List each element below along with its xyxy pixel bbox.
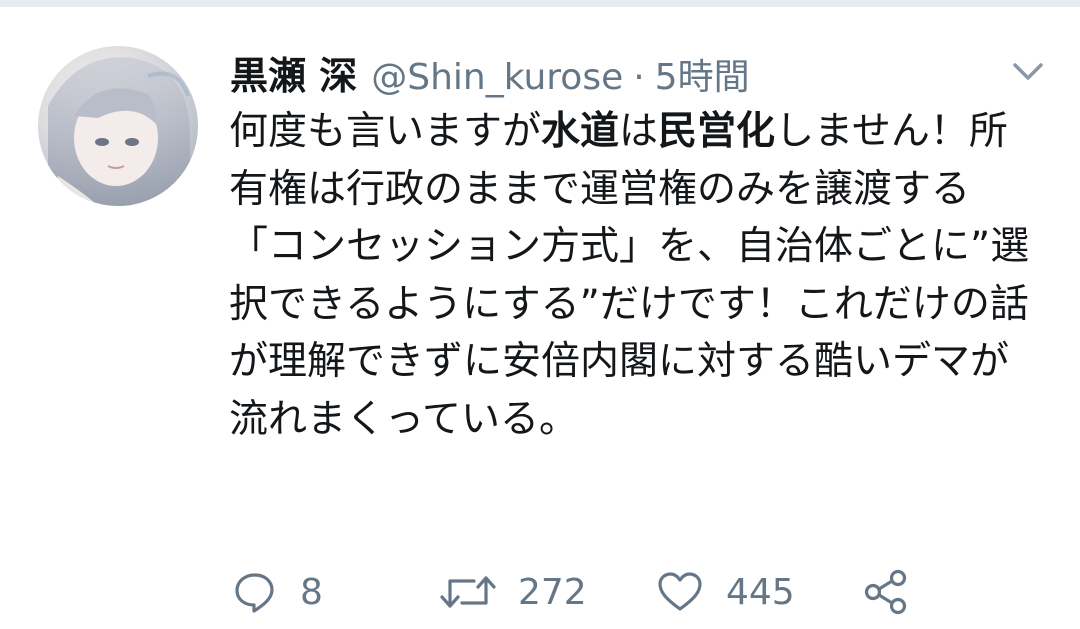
tweet-text-segment: は — [619, 109, 659, 154]
heart-icon — [658, 572, 702, 611]
timestamp[interactable]: 5時間 — [655, 48, 750, 100]
user-handle[interactable]: @Shin_kurose — [371, 57, 623, 98]
reply-icon — [235, 573, 274, 613]
chevron-down-icon — [1013, 63, 1043, 80]
avatar[interactable] — [38, 46, 198, 206]
separator-dot: · — [633, 57, 645, 98]
tweet-menu-button[interactable] — [1010, 57, 1046, 85]
share-button[interactable] — [862, 567, 910, 617]
retweet-button[interactable]: 272 — [440, 567, 587, 617]
tweet-text-bold: 水道 — [541, 109, 620, 154]
retweet-count: 272 — [518, 571, 587, 613]
tweet-text: 何度も言いますが水道は民営化しません！所有権は行政のままで運営権のみを譲渡する「… — [229, 103, 1044, 448]
tweet-text-bold: 民営化 — [658, 109, 776, 154]
reply-count: 8 — [300, 571, 323, 613]
retweet-icon — [440, 576, 496, 608]
tweet-header: 黒瀬 深 @Shin_kurose · 5時間 — [230, 45, 750, 101]
share-icon — [864, 569, 907, 615]
like-count: 445 — [726, 571, 795, 613]
top-divider — [0, 0, 1080, 7]
tweet-card[interactable]: 黒瀬 深 @Shin_kurose · 5時間 何度も言いますが水道は民営化しま… — [0, 7, 1080, 629]
display-name[interactable]: 黒瀬 深 — [230, 45, 357, 100]
avatar-image — [48, 57, 190, 206]
tweet-actions: 8 272 445 — [232, 567, 932, 617]
tweet-text-segment: 何度も言いますが — [229, 109, 542, 154]
tweet-text-segment: しません！所有権は行政のままで運営権のみを譲渡する「コンセッション方式」を、自治… — [229, 109, 1030, 442]
like-button[interactable]: 445 — [656, 567, 795, 617]
reply-button[interactable]: 8 — [232, 567, 323, 617]
